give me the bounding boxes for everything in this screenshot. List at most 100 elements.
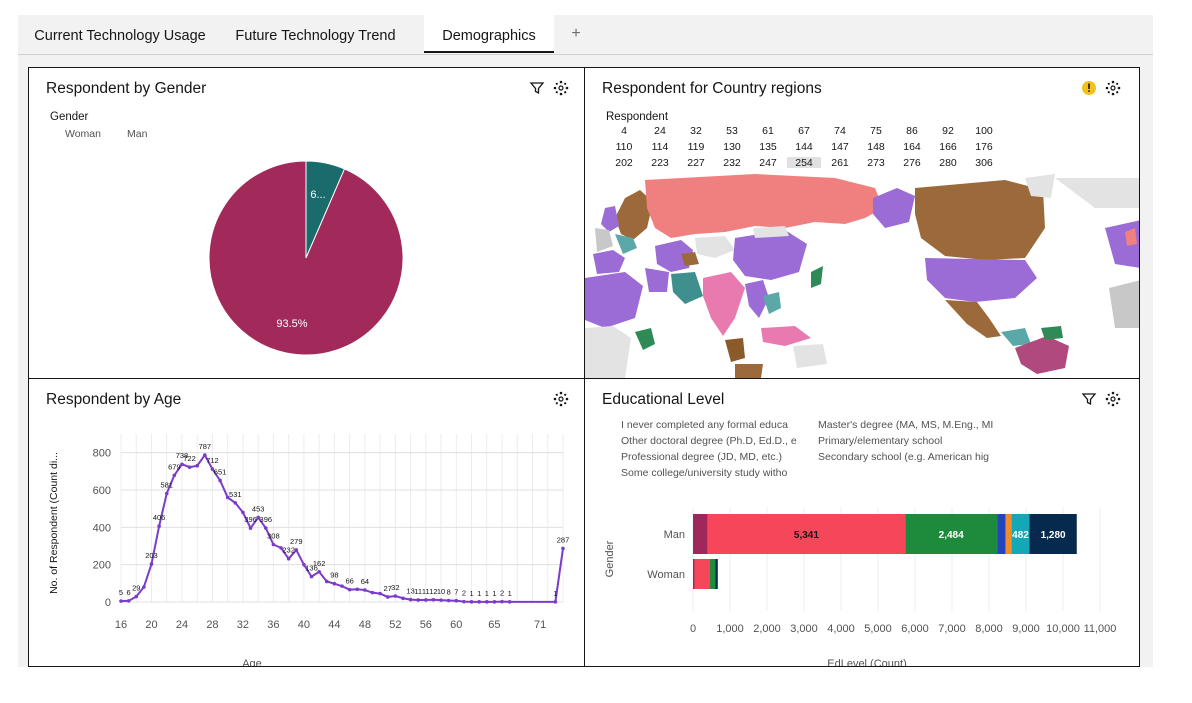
respondent-legend-value[interactable]: 92	[931, 125, 965, 137]
respondent-legend-value[interactable]: 86	[895, 125, 929, 137]
x-tick-label: 7,000	[938, 623, 966, 635]
respondent-legend-title: Respondent	[606, 111, 669, 123]
respondent-legend-value[interactable]: 114	[643, 141, 677, 153]
age-data-point	[309, 574, 314, 579]
edu-bar-segment[interactable]	[715, 559, 718, 589]
age-data-point	[355, 587, 360, 592]
age-data-label: 29	[132, 584, 140, 593]
age-data-label: 722	[183, 454, 196, 463]
age-data-label: 5	[119, 588, 123, 597]
age-data-point	[218, 478, 222, 483]
x-tick-label: 1,000	[716, 623, 744, 635]
age-data-label: 787	[199, 442, 212, 451]
age-data-label: 11	[414, 587, 422, 596]
age-data-point	[233, 501, 238, 505]
tab-future-technology-trend[interactable]: Future Technology Trend	[228, 15, 403, 53]
age-data-point	[477, 600, 481, 604]
age-data-label: 1	[492, 589, 496, 598]
x-tick-label: 6,000	[901, 623, 929, 635]
age-data-point	[492, 600, 497, 604]
x-tick-label: 8,000	[975, 623, 1003, 635]
age-data-label: 453	[252, 504, 265, 513]
x-tick-label: 16	[115, 619, 127, 631]
tab-demographics[interactable]: Demographics	[424, 15, 554, 53]
age-data-point	[332, 581, 337, 586]
edu-bar-segment[interactable]	[693, 559, 695, 589]
age-data-label: 1	[485, 589, 489, 598]
edu-bar-segment[interactable]	[1005, 514, 1012, 554]
region-china[interactable]	[733, 230, 807, 280]
edu-bar-segment[interactable]	[693, 514, 708, 554]
respondent-legend-value[interactable]: 75	[859, 125, 893, 137]
edu-bar-segment[interactable]	[710, 559, 716, 589]
age-data-point	[500, 599, 504, 604]
respondent-legend-value[interactable]: 53	[715, 125, 749, 137]
age-data-label: 6	[127, 588, 131, 597]
age-data-point	[393, 594, 398, 598]
x-tick-label: 10,000	[1046, 623, 1080, 635]
respondent-legend-value[interactable]: 110	[607, 141, 641, 153]
respondent-legend-value[interactable]: 130	[715, 141, 749, 153]
respondent-legend-value[interactable]: 74	[823, 125, 857, 137]
age-data-label: 287	[557, 535, 570, 544]
pie-label-man: 93.5%	[276, 318, 307, 330]
age-data-point	[347, 587, 352, 592]
age-data-label: 1	[553, 589, 557, 598]
age-data-point	[424, 598, 428, 602]
respondent-legend-value[interactable]: 135	[751, 141, 785, 153]
warning-icon[interactable]	[1081, 80, 1097, 96]
category-label: Man	[664, 529, 685, 541]
x-tick-label: 32	[237, 619, 249, 631]
age-data-label: 531	[229, 490, 242, 499]
x-tick-label: 65	[488, 619, 500, 631]
respondent-legend-value[interactable]: 166	[931, 141, 965, 153]
age-data-label: 279	[290, 537, 303, 546]
respondent-legend-value[interactable]: 164	[895, 141, 929, 153]
age-data-label: 2	[462, 589, 466, 598]
x-tick-label: 3,000	[790, 623, 818, 635]
respondent-legend-value[interactable]: 32	[679, 125, 713, 137]
respondent-legend-value[interactable]: 4	[607, 125, 641, 137]
tab-current-technology-usage[interactable]: Current Technology Usage	[26, 15, 214, 53]
age-data-point	[370, 590, 375, 595]
age-data-point	[507, 600, 512, 604]
respondent-legend-value[interactable]: 148	[859, 141, 893, 153]
respondent-legend-value[interactable]: 176	[967, 141, 1001, 153]
country-panel-title: Respondent for Country regions	[602, 80, 822, 97]
age-data-label: 396	[260, 515, 273, 524]
respondent-legend-value[interactable]: 24	[643, 125, 677, 137]
age-data-point	[142, 585, 146, 589]
edu-bar-segment[interactable]	[694, 559, 711, 589]
age-data-point	[317, 569, 321, 574]
age-data-label: 1	[477, 589, 481, 598]
age-data-label: 1	[469, 589, 473, 598]
respondent-legend-value[interactable]: 67	[787, 125, 821, 137]
y-tick-label: 0	[105, 597, 111, 609]
respondent-legend-value[interactable]: 119	[679, 141, 713, 153]
age-data-point	[408, 597, 413, 602]
age-data-point	[187, 465, 192, 470]
respondent-legend-value[interactable]: 61	[751, 125, 785, 137]
respondent-legend-value[interactable]: 144	[787, 141, 821, 153]
drill-icon[interactable]	[1105, 80, 1121, 96]
region-canada[interactable]	[915, 180, 1045, 260]
x-axis-title: Age	[242, 658, 262, 667]
education-bar-chart: 0 1,000 2,000 3,000 4,000 5,000 6,000 7,000 8,00…	[604, 507, 1116, 666]
age-data-point	[401, 596, 405, 601]
x-tick-label: 5,000	[864, 623, 892, 635]
dashboard-canvas: Respondent by Gender Gender Woman Man 93…	[28, 67, 1140, 667]
country-panel: Respondent for Country regions Responden…	[584, 67, 1140, 379]
add-tab-button[interactable]: +	[566, 24, 586, 44]
category-label: Woman	[647, 569, 685, 581]
world-map[interactable]	[585, 168, 1140, 379]
edu-bar-segment[interactable]	[997, 514, 1006, 554]
respondent-legend-value[interactable]: 147	[823, 141, 857, 153]
age-data-point	[416, 598, 421, 602]
age-data-point	[172, 473, 177, 478]
age-data-label: 679	[168, 462, 181, 471]
x-tick-label: 4,000	[827, 623, 855, 635]
y-axis-title: Gender	[604, 540, 616, 577]
respondent-legend-value[interactable]: 100	[967, 125, 1001, 137]
age-data-label: 64	[361, 577, 369, 586]
age-data-label: 1	[508, 589, 512, 598]
